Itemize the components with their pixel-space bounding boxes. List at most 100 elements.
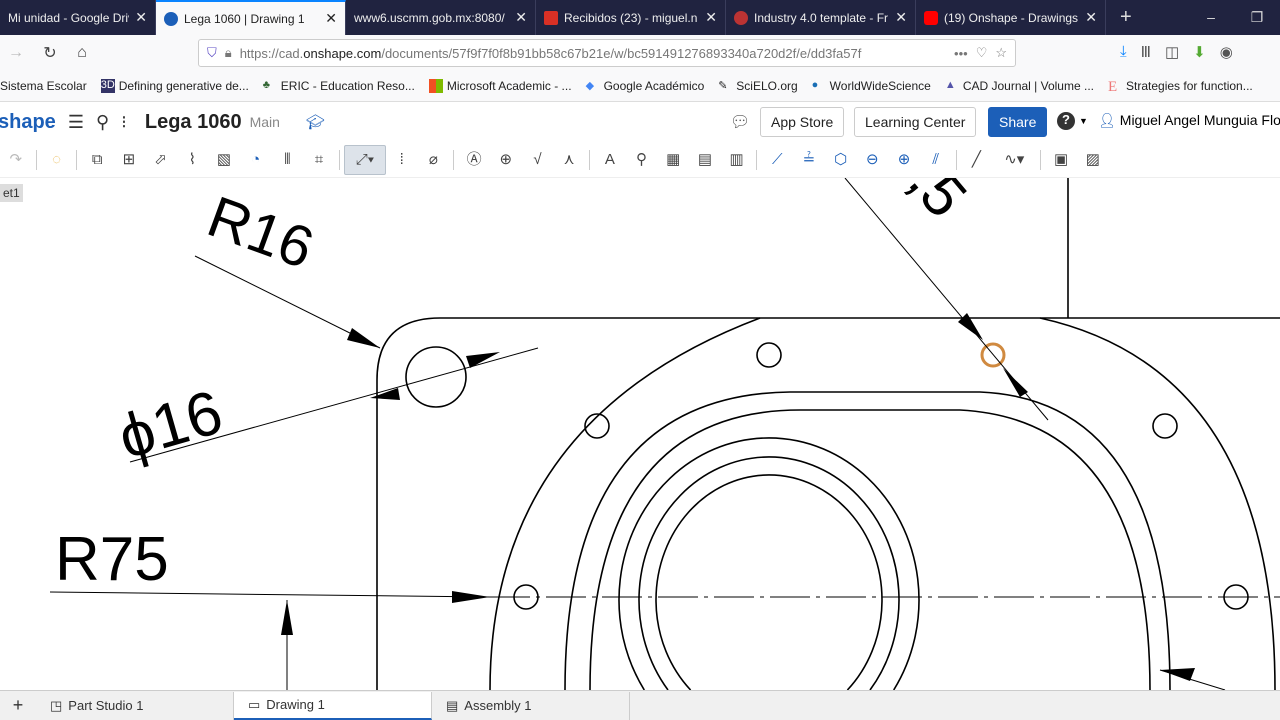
browser-tab[interactable]: Recibidos (23) - miguel.n ✕ xyxy=(536,0,726,35)
browser-tab-active[interactable]: Lega 1060 | Drawing 1 ✕ xyxy=(156,0,346,35)
browser-tab[interactable]: www6.uscmm.gob.mx:8080/ ✕ xyxy=(346,0,536,35)
close-icon[interactable]: ✕ xyxy=(895,9,907,26)
centermark-add-icon[interactable]: ⊕ xyxy=(888,146,920,174)
close-icon[interactable]: ✕ xyxy=(705,9,717,26)
update-icon[interactable]: ◌ xyxy=(41,146,73,174)
bookmark-label: Microsoft Academic - ... xyxy=(446,79,572,93)
surface-finish-icon[interactable]: √ xyxy=(522,146,554,174)
text-icon[interactable]: A xyxy=(594,146,626,174)
add-tab-button[interactable]: + xyxy=(0,695,36,716)
bookmark[interactable]: Sistema Escolar xyxy=(0,79,87,93)
scielo-icon: ✎ xyxy=(718,80,728,92)
download-icon[interactable]: ⤓ xyxy=(1120,43,1127,61)
thread-icon[interactable]: ⫽ xyxy=(920,146,952,174)
bookmark[interactable]: ✎ SciELO.org xyxy=(718,79,797,93)
detail-view-icon[interactable]: ◔ xyxy=(240,146,272,174)
bookmark[interactable]: ◆ Google Académico xyxy=(586,79,705,93)
drawing-canvas[interactable]: R16 ϕ16 R75 96,5 xyxy=(0,178,1280,690)
bolt-holes xyxy=(405,342,1249,610)
close-icon[interactable]: ✕ xyxy=(135,9,147,26)
new-tab-button[interactable]: + xyxy=(1106,0,1146,35)
forward-button[interactable]: → xyxy=(0,44,32,62)
datum-icon[interactable]: ⊕ xyxy=(490,146,522,174)
help-menu[interactable]: ? ▼ xyxy=(1057,112,1088,130)
auxiliary-view-icon[interactable]: ⬀ xyxy=(145,146,177,174)
break-view-icon[interactable]: ⫴ xyxy=(272,146,304,174)
insert-icon[interactable]: ⁝ xyxy=(121,112,127,133)
restore-button[interactable]: ❐ xyxy=(1234,0,1280,35)
dimension-top[interactable]: 96,5 xyxy=(853,178,979,230)
pocket-icon[interactable]: ♡ xyxy=(976,45,988,61)
tab-title: (19) Onshape - Drawings xyxy=(944,10,1079,25)
url-bar[interactable]: ⛉ 🔒︎ https://cad.onshape.com/documents/5… xyxy=(198,39,1016,67)
app-store-button[interactable]: App Store xyxy=(760,107,845,137)
learning-center-button[interactable]: Learning Center xyxy=(854,107,977,137)
circle-centermark-icon[interactable]: ⊖ xyxy=(857,146,889,174)
more-icon[interactable]: ••• xyxy=(954,46,968,61)
tab-part-studio[interactable]: ◳ Part Studio 1 xyxy=(36,691,234,720)
spline-icon[interactable]: ∿▾ xyxy=(992,146,1036,174)
bookmark[interactable]: ▲ CAD Journal | Volume ... xyxy=(945,79,1094,93)
url-path: /documents/57f9f7f0f8b91bb58c67b21e/w/bc… xyxy=(381,45,862,61)
comment-icon[interactable]: 💬︎ xyxy=(730,112,750,132)
dimension-phi16[interactable]: ϕ16 xyxy=(111,378,230,473)
crop-view-icon[interactable]: ⌗ xyxy=(303,146,335,174)
close-icon[interactable]: ✕ xyxy=(515,9,527,26)
table-icon[interactable]: ▦ xyxy=(657,146,689,174)
tab-label: Part Studio 1 xyxy=(68,698,144,713)
close-icon[interactable]: ✕ xyxy=(325,10,337,27)
image-icon[interactable]: ▨ xyxy=(1077,146,1109,174)
broken-out-icon[interactable]: ▧ xyxy=(208,146,240,174)
menu-icon[interactable]: ☰ xyxy=(68,112,84,133)
part-outline xyxy=(376,178,1280,690)
reload-button[interactable]: ↻ xyxy=(34,43,66,63)
bookmark[interactable]: E Strategies for function... xyxy=(1108,79,1253,95)
bookmark[interactable]: ● WorldWideScience xyxy=(812,79,931,93)
insert-view-icon[interactable]: ⧉ xyxy=(81,146,113,174)
account-icon[interactable]: ◉ xyxy=(1220,43,1233,61)
divider xyxy=(955,149,957,170)
centermark-icon[interactable]: ⬡ xyxy=(825,146,857,174)
bookmark[interactable]: Microsoft Academic - ... xyxy=(428,79,572,93)
home-button[interactable]: ⌂ xyxy=(66,44,98,62)
minimize-button[interactable]: – xyxy=(1188,0,1234,35)
export-dxf-icon[interactable]: ▣ xyxy=(1045,146,1077,174)
centerline-parallel-icon[interactable]: ≟ xyxy=(793,146,825,174)
browser-tab[interactable]: Mi unidad - Google Drive ✕ xyxy=(0,0,156,35)
user-name: Miguel Angel Munguia Flo xyxy=(1119,112,1280,128)
library-icon[interactable]: Ⅲ xyxy=(1141,43,1151,61)
line-icon[interactable]: ╱ xyxy=(961,146,993,174)
tab-assembly[interactable]: ▤ Assembly 1 xyxy=(432,691,630,720)
projected-view-icon[interactable]: ⊞ xyxy=(113,146,145,174)
share-button[interactable]: Share xyxy=(988,107,1048,137)
close-icon[interactable]: ✕ xyxy=(1085,9,1097,26)
redo-icon[interactable]: ↷ xyxy=(0,146,32,174)
branch-label[interactable]: Main xyxy=(250,114,280,130)
dimension-r16[interactable]: R16 xyxy=(199,184,321,281)
baseline-dimension-icon[interactable]: ⁞ xyxy=(386,146,418,174)
bookmark-label: CAD Journal | Volume ... xyxy=(962,79,1094,93)
star-icon[interactable]: ☆ xyxy=(995,45,1007,61)
centerline-icon[interactable]: ⟋ xyxy=(761,146,793,174)
browser-tab[interactable]: (19) Onshape - Drawings ✕ xyxy=(916,0,1106,35)
weld-symbol-icon[interactable]: ⋏ xyxy=(553,146,585,174)
education-icon[interactable]: 🎓︎ xyxy=(306,113,325,131)
extension-icon[interactable]: ⬇ xyxy=(1193,43,1206,61)
user-menu[interactable]: 👤︎ Miguel Angel Munguia Flo xyxy=(1098,112,1280,129)
browser-tab[interactable]: Industry 4.0 template - Fr ✕ xyxy=(726,0,916,35)
note-icon[interactable]: Ⓐ xyxy=(458,146,490,174)
dimension-tool-icon[interactable]: ⤢▾ xyxy=(343,144,386,175)
sidebar-icon[interactable]: ◫ xyxy=(1165,43,1179,61)
tab-drawing[interactable]: ▭ Drawing 1 xyxy=(234,691,432,720)
bookmark[interactable]: 3D Defining generative de... xyxy=(100,79,249,93)
onshape-logo[interactable]: shape xyxy=(0,111,56,134)
hole-table-icon[interactable]: ▥ xyxy=(721,146,753,174)
callout-icon[interactable]: ⚲ xyxy=(626,146,658,174)
section-view-icon[interactable]: ⌇ xyxy=(176,146,208,174)
feature-list-icon[interactable]: ⚲ xyxy=(96,112,109,133)
bookmark[interactable]: ♣ ERIC - Education Reso... xyxy=(263,79,415,93)
dimension-r75[interactable]: R75 xyxy=(55,525,169,594)
hole-callout-icon[interactable]: ⌀ xyxy=(418,146,450,174)
document-title[interactable]: Lega 1060 xyxy=(145,111,242,134)
bom-icon[interactable]: ▤ xyxy=(689,146,721,174)
